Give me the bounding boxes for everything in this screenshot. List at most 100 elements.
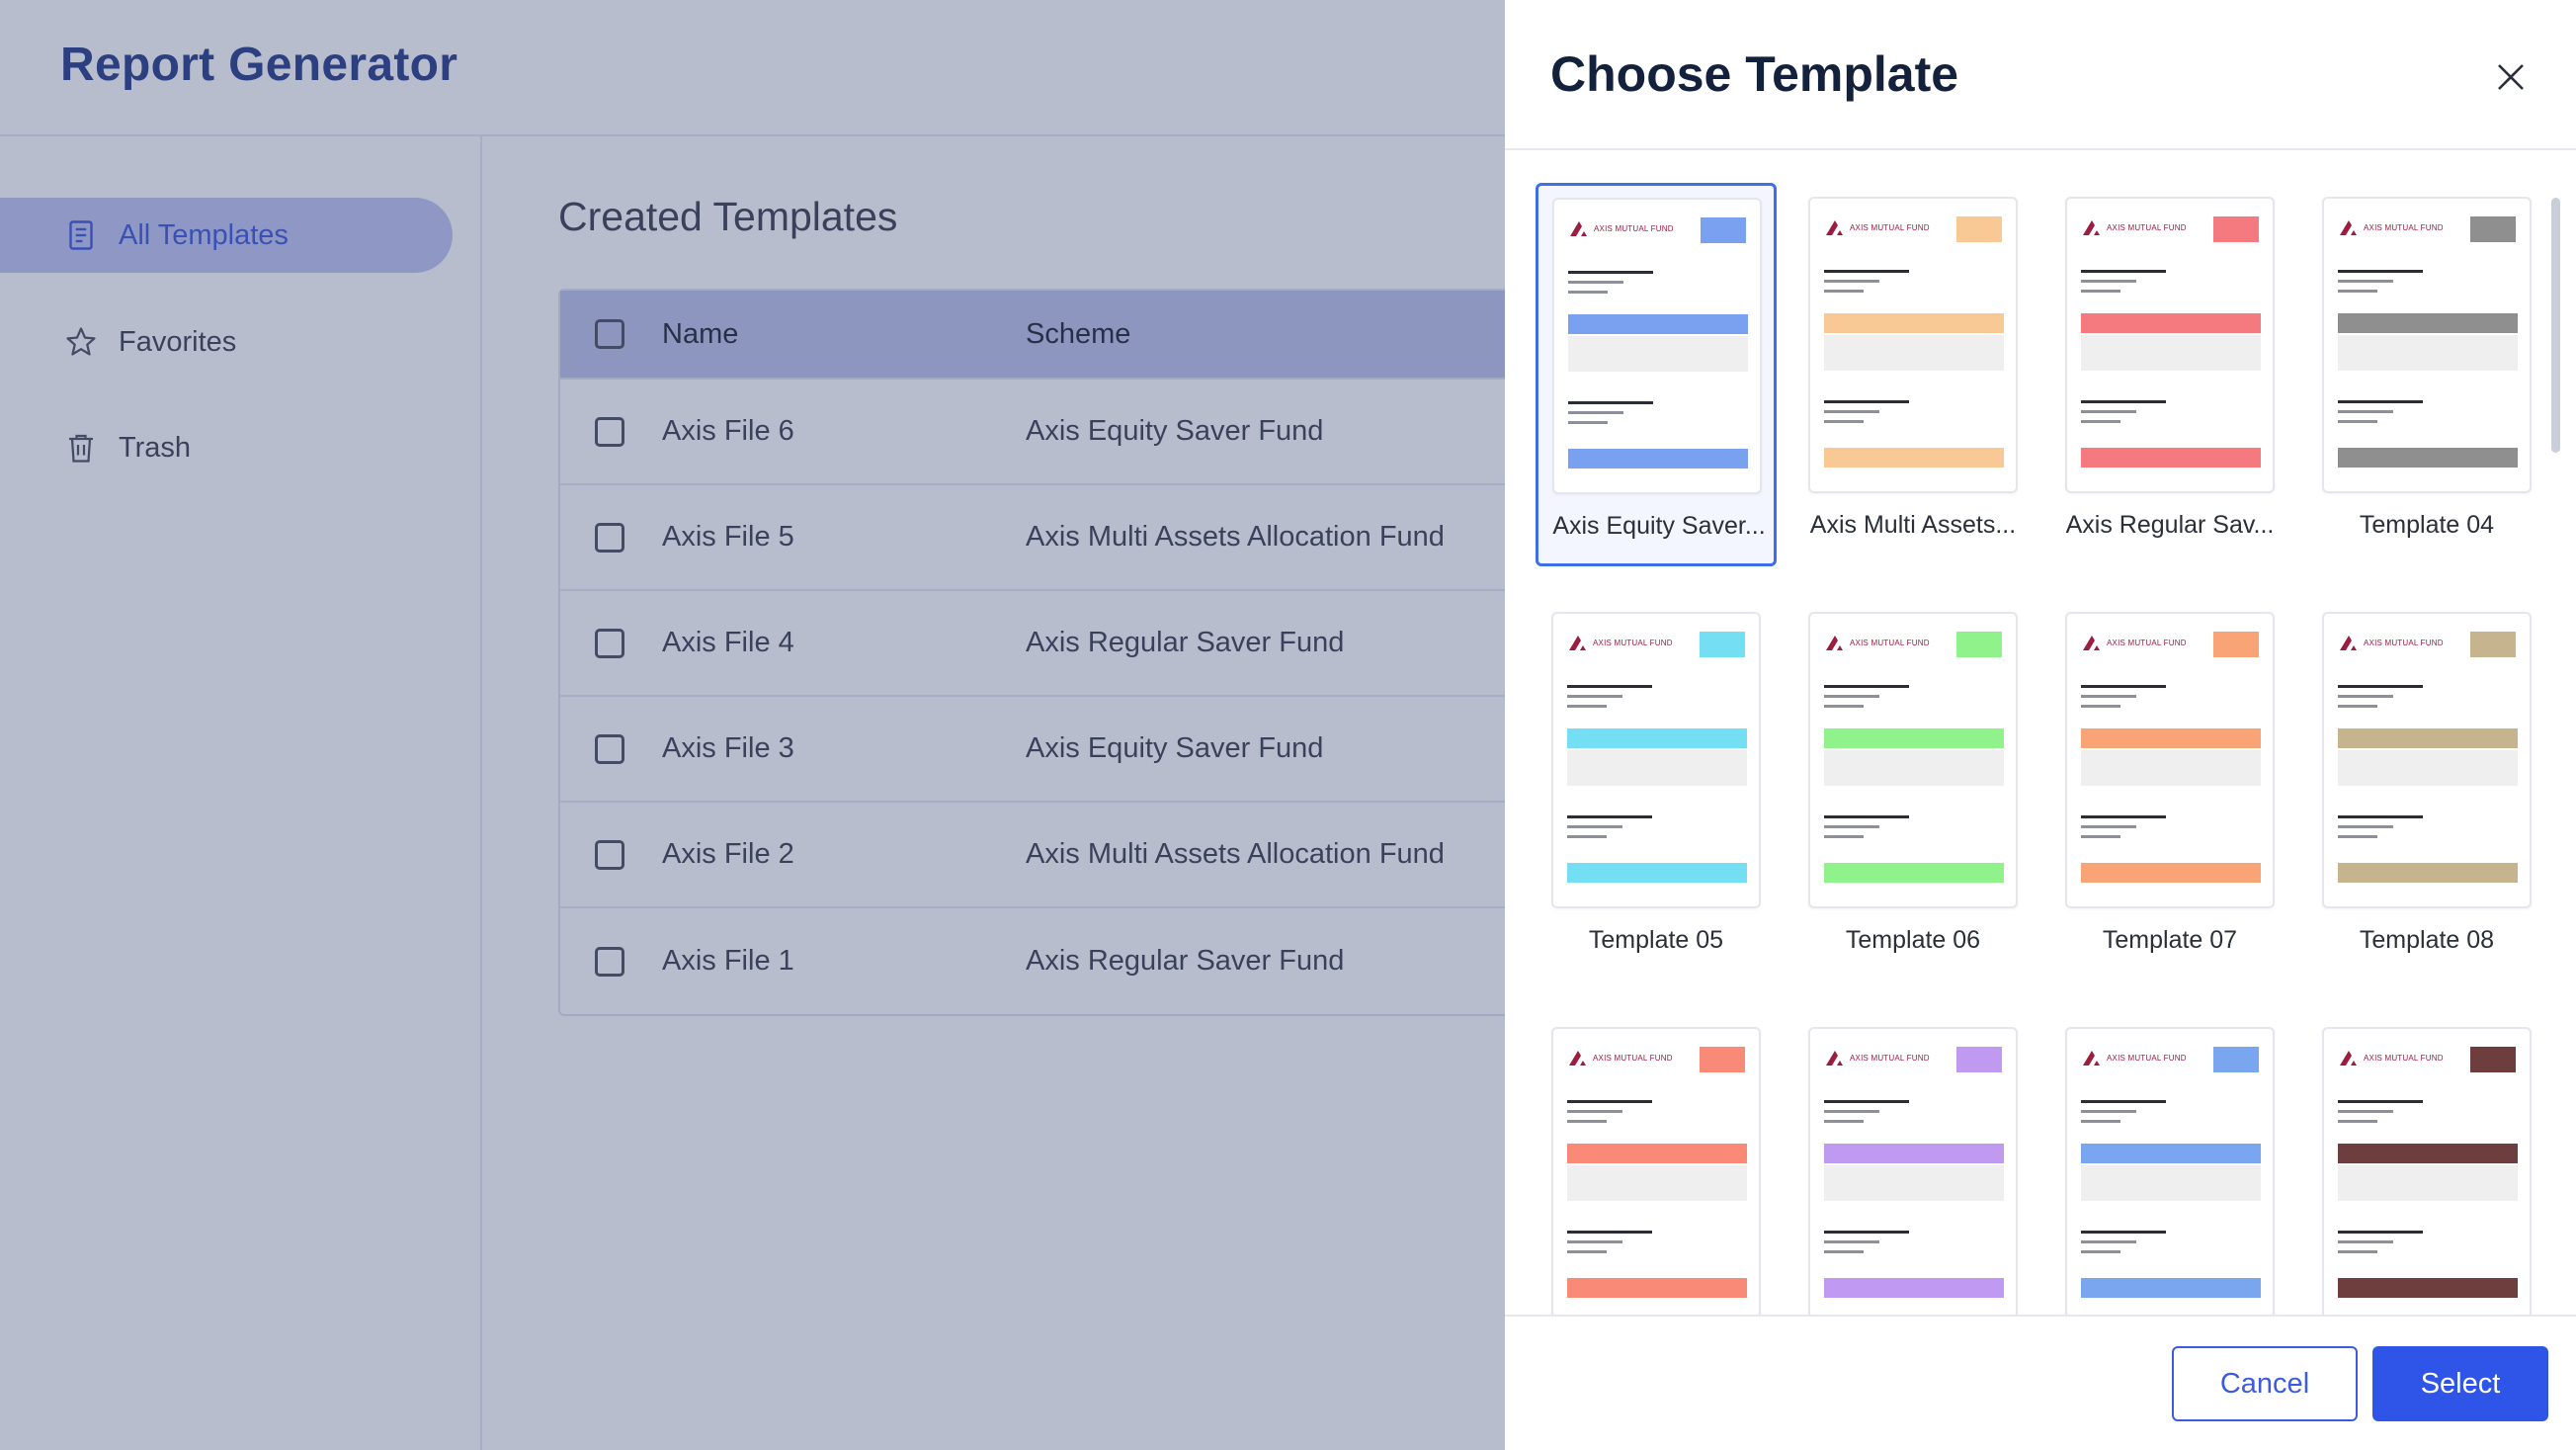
text-line <box>2081 1100 2166 1103</box>
scrollbar[interactable] <box>2551 198 2560 453</box>
cancel-button[interactable]: Cancel <box>2172 1346 2358 1421</box>
content-block <box>2338 335 2518 371</box>
text-line <box>1567 1240 1622 1243</box>
color-swatch <box>1701 217 1746 243</box>
text-line <box>1567 815 1652 818</box>
template-thumbnail: AXIS MUTUAL FUND <box>2322 197 2532 493</box>
template-card[interactable]: AXIS MUTUAL FUND <box>2049 1013 2290 1315</box>
content-block <box>1824 1165 2004 1201</box>
axis-logo: AXIS MUTUAL FUND <box>1567 634 1673 651</box>
text-line <box>1567 1250 1607 1253</box>
axis-logo-mark-icon <box>2083 636 2100 650</box>
axis-logo-mark-icon <box>1569 636 1586 650</box>
template-card[interactable]: AXIS MUTUAL FUND Axis Multi Assets... <box>1792 183 2034 566</box>
text-line <box>2338 280 2393 283</box>
text-line <box>2338 1110 2393 1113</box>
axis-logo: AXIS MUTUAL FUND <box>2338 1049 2444 1066</box>
content-block <box>2338 750 2518 786</box>
text-line <box>1567 705 1607 708</box>
axis-logo-mark-icon <box>1569 1051 1586 1066</box>
template-card[interactable]: AXIS MUTUAL FUND <box>1536 1013 1777 1315</box>
brand-text: AXIS MUTUAL FUND <box>2107 222 2187 232</box>
text-line <box>2081 815 2166 818</box>
text-line <box>1567 1100 1652 1103</box>
color-bar <box>2081 863 2261 883</box>
template-card[interactable]: AXIS MUTUAL FUND <box>1792 1013 2034 1315</box>
color-bar <box>2081 313 2261 333</box>
brand-text: AXIS MUTUAL FUND <box>2107 638 2187 647</box>
text-line <box>1824 1250 1864 1253</box>
text-line <box>1567 695 1622 698</box>
brand-text: AXIS MUTUAL FUND <box>1850 1053 1930 1063</box>
text-line <box>1568 401 1653 404</box>
text-line <box>1824 420 1864 423</box>
text-line <box>2081 270 2166 273</box>
color-bar <box>1824 1278 2004 1298</box>
brand-text: AXIS MUTUAL FUND <box>2107 1053 2187 1063</box>
brand-text: AXIS MUTUAL FUND <box>2364 1053 2444 1063</box>
axis-logo-mark-icon <box>2340 1051 2357 1066</box>
text-line <box>2338 1120 2377 1123</box>
template-thumbnail: AXIS MUTUAL FUND <box>1808 197 2018 493</box>
axis-logo-mark-icon <box>1826 636 1843 650</box>
template-thumbnail: AXIS MUTUAL FUND <box>2322 612 2532 908</box>
color-bar <box>1824 728 2004 748</box>
text-line <box>1567 825 1622 828</box>
text-line <box>2338 685 2423 688</box>
brand-text: AXIS MUTUAL FUND <box>2364 222 2444 232</box>
color-swatch <box>1956 1047 2002 1072</box>
close-button[interactable] <box>2489 55 2533 99</box>
template-card[interactable]: AXIS MUTUAL FUND Axis Equity Saver... <box>1536 183 1777 566</box>
template-label: Axis Regular Sav... <box>2065 511 2275 539</box>
template-thumbnail: AXIS MUTUAL FUND <box>2065 1027 2275 1315</box>
template-grid: AXIS MUTUAL FUND Axis Equity Saver... AXIS… <box>1505 152 2576 1315</box>
color-swatch <box>1700 1047 1745 1072</box>
template-label: Axis Equity Saver... <box>1552 512 1766 540</box>
text-line <box>2081 420 2120 423</box>
template-card[interactable]: AXIS MUTUAL FUND Template 06 <box>1792 598 2034 981</box>
text-line <box>1568 291 1608 294</box>
text-line <box>2338 705 2377 708</box>
color-bar <box>1568 449 1748 469</box>
text-line <box>2338 270 2423 273</box>
axis-logo: AXIS MUTUAL FUND <box>1567 1049 1673 1066</box>
template-label: Template 07 <box>2102 926 2238 954</box>
text-line <box>1568 271 1653 274</box>
text-line <box>1824 1100 1909 1103</box>
color-bar <box>1567 1278 1747 1298</box>
color-bar <box>2338 448 2518 468</box>
color-swatch <box>2213 1047 2259 1072</box>
brand-text: AXIS MUTUAL FUND <box>1593 1053 1673 1063</box>
content-block <box>2081 335 2261 371</box>
text-line <box>1567 1110 1622 1113</box>
text-line <box>1568 411 1623 414</box>
template-card[interactable]: AXIS MUTUAL FUND Template 05 <box>1536 598 1777 981</box>
text-line <box>2081 1240 2136 1243</box>
text-line <box>1824 400 1909 403</box>
template-card[interactable]: AXIS MUTUAL FUND Template 04 <box>2306 183 2547 566</box>
template-card[interactable]: AXIS MUTUAL FUND <box>2306 1013 2547 1315</box>
template-card[interactable]: AXIS MUTUAL FUND Axis Regular Sav... <box>2049 183 2290 566</box>
color-swatch <box>2470 1047 2516 1072</box>
color-bar <box>2081 728 2261 748</box>
brand-text: AXIS MUTUAL FUND <box>1850 222 1930 232</box>
text-line <box>1824 280 1879 283</box>
axis-logo: AXIS MUTUAL FUND <box>1824 634 1930 651</box>
template-card[interactable]: AXIS MUTUAL FUND Template 07 <box>2049 598 2290 981</box>
text-line <box>1824 1110 1879 1113</box>
color-bar <box>1567 1144 1747 1163</box>
color-bar <box>2081 448 2261 468</box>
axis-logo: AXIS MUTUAL FUND <box>2338 218 2444 236</box>
text-line <box>2338 410 2393 413</box>
text-line <box>2338 1100 2423 1103</box>
template-thumbnail: AXIS MUTUAL FUND <box>2065 612 2275 908</box>
text-line <box>2338 1240 2393 1243</box>
template-card[interactable]: AXIS MUTUAL FUND Template 08 <box>2306 598 2547 981</box>
select-button[interactable]: Select <box>2372 1346 2548 1421</box>
color-swatch <box>1700 632 1745 657</box>
axis-logo: AXIS MUTUAL FUND <box>2081 218 2187 236</box>
color-bar <box>1824 448 2004 468</box>
axis-logo-mark-icon <box>1826 220 1843 235</box>
axis-logo: AXIS MUTUAL FUND <box>1824 1049 1930 1066</box>
color-bar <box>1568 314 1748 334</box>
